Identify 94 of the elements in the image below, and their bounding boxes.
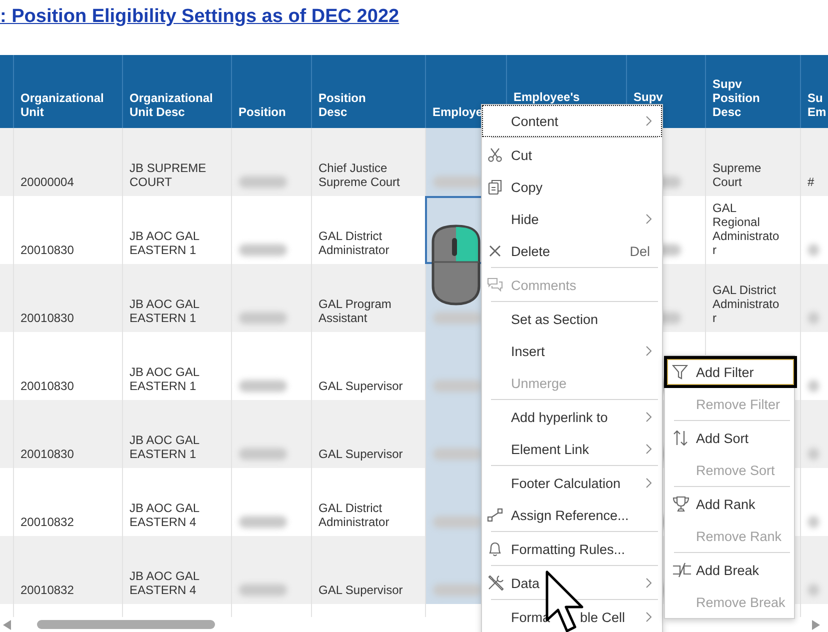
chevron-right-icon (646, 444, 652, 454)
blurred-text (808, 244, 820, 256)
menu-item[interactable]: Add Sort (665, 422, 794, 454)
menu-item[interactable]: Insert (482, 335, 662, 367)
blurred-text (238, 584, 287, 596)
table-cell: JB SUPREME COURT (130, 161, 206, 189)
menu-item[interactable]: Assign Reference... (482, 499, 662, 531)
column-header-label: Employee's (514, 90, 580, 104)
scissors-icon (487, 147, 503, 163)
column-header-label: Employe (432, 105, 483, 119)
blurred-text (238, 516, 287, 528)
table-cell: GAL Program Assistant (318, 297, 392, 325)
scroll-left-icon[interactable] (3, 620, 11, 630)
column-header-label: Organizational Unit Desc (130, 91, 213, 119)
column-header-label: Supv Position Desc (712, 77, 760, 119)
filter-icon (672, 364, 688, 380)
column-header-label: Supv (634, 90, 663, 104)
table-cell: 20010830 (20, 311, 74, 325)
blurred-text (238, 176, 287, 188)
column-header-label: Su Em (808, 91, 826, 119)
table-cell: JB AOC GAL EASTERN 1 (130, 297, 200, 325)
chevron-right-icon (646, 412, 652, 422)
column-header[interactable] (0, 55, 13, 128)
column-header[interactable]: Position (231, 55, 311, 128)
table-cell: GAL District Administrato r (712, 283, 780, 325)
table-cell: GAL Supervisor (318, 379, 403, 393)
table-cell: JB AOC GAL EASTERN 1 (130, 365, 200, 393)
menu-item[interactable]: Add Break (665, 554, 794, 586)
chevron-right-icon (646, 578, 652, 588)
column-header-label: Position Desc (318, 91, 366, 119)
menu-item[interactable]: Set as Section (482, 303, 662, 335)
copy-icon (487, 179, 503, 195)
chevron-right-icon (646, 116, 652, 126)
table-cell: GAL District Administrator (318, 229, 390, 257)
table-cell: Chief Justice Supreme Court (318, 161, 400, 189)
table-cell: # (808, 175, 814, 189)
menu-item[interactable]: Copy (482, 171, 662, 203)
menu-item[interactable]: Cut (482, 139, 662, 171)
bell-icon (487, 541, 503, 557)
column-header[interactable]: Organizational Unit (13, 55, 122, 128)
link-squares-icon (487, 507, 503, 523)
table-cell: 20010830 (20, 447, 74, 461)
table-cell: 20010832 (20, 583, 74, 597)
table-cell: 20010830 (20, 379, 74, 393)
menu-item[interactable]: Formatting Rules... (482, 533, 662, 565)
sort-icon (672, 429, 690, 447)
table-cell: GAL Supervisor (318, 583, 403, 597)
column-header[interactable]: Organizational Unit Desc (122, 55, 231, 128)
blurred-text (238, 244, 287, 256)
chevron-right-icon (646, 478, 652, 488)
scroll-right-icon[interactable] (812, 620, 820, 630)
blurred-text (238, 448, 287, 460)
menu-item[interactable]: Add hyperlink to (482, 401, 662, 433)
blurred-text (808, 448, 820, 460)
blurred-text (238, 312, 287, 324)
table-cell: JB AOC GAL EASTERN 1 (130, 229, 200, 257)
table-cell: 20010830 (20, 243, 74, 257)
trophy-icon (672, 495, 690, 513)
menu-item[interactable]: Data (482, 567, 662, 599)
table-cell: JB AOC GAL EASTERN 1 (130, 433, 200, 461)
table-cell: GAL Regional Administrato r (712, 201, 780, 257)
close-icon (487, 243, 503, 259)
blurred-text (808, 380, 820, 392)
menu-item[interactable]: Add Filter (664, 356, 797, 388)
blurred-text (808, 516, 820, 528)
menu-item[interactable]: Element Link (482, 433, 662, 465)
menu-item[interactable]: Hide (482, 203, 662, 235)
table-cell: GAL District Administrator (318, 501, 390, 529)
scrollbar-thumb[interactable] (37, 620, 215, 629)
table-cell: 20010832 (20, 515, 74, 529)
blurred-text (808, 584, 820, 596)
chevron-right-icon (646, 346, 652, 356)
menu-item[interactable]: Delete Del (482, 235, 662, 267)
chevron-right-icon (646, 214, 652, 224)
table-cell: JB AOC GAL EASTERN 4 (130, 501, 200, 529)
column-header-label: Organizational Unit (20, 91, 104, 119)
comment-icon (487, 277, 503, 293)
table-cell: Supreme Court (712, 161, 762, 189)
table-cell: 20000004 (20, 175, 74, 189)
menu-item[interactable]: Add Rank (665, 488, 794, 520)
blurred-text (238, 380, 287, 392)
column-header[interactable]: Position Desc (311, 55, 425, 128)
break-icon (672, 562, 692, 578)
blurred-text (808, 312, 820, 324)
table-cell: JB AOC GAL EASTERN 4 (130, 569, 200, 597)
menu-item[interactable]: Footer Calculation (482, 467, 662, 499)
chevron-right-icon (646, 612, 652, 622)
table-cell: GAL Supervisor (318, 447, 403, 461)
column-header[interactable]: Su Em (800, 55, 828, 128)
column-header[interactable]: Supv Position Desc (705, 55, 800, 128)
tools-icon (487, 574, 505, 592)
column-header-label: Position (238, 105, 286, 119)
report-title-link[interactable]: : Position Eligibility Settings as of DEC 2022 (0, 6, 400, 27)
mouse-right-click-icon (430, 224, 482, 306)
